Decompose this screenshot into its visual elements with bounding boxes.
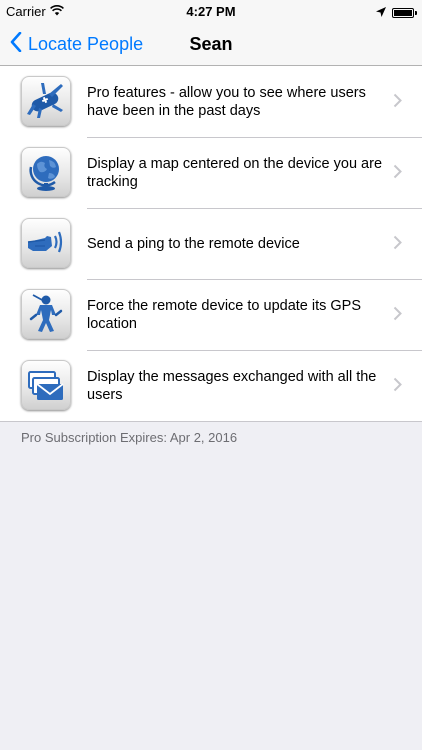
chevron-right-icon xyxy=(393,377,402,397)
page-title: Sean xyxy=(189,34,233,54)
list-item-pro-features[interactable]: Pro features - allow you to see where us… xyxy=(0,66,422,137)
list-item-display-messages[interactable]: Display the messages exchanged with all … xyxy=(0,350,422,421)
chevron-right-icon xyxy=(393,164,402,184)
list-item-send-ping[interactable]: Send a ping to the remote device xyxy=(0,208,422,279)
list-item-label: Force the remote device to update its GP… xyxy=(87,297,362,332)
swiss-knife-icon xyxy=(21,76,71,126)
status-time: 4:27 PM xyxy=(186,4,236,19)
subscription-expiry-note: Pro Subscription Expires: Apr 2, 2016 xyxy=(21,430,238,445)
list-item-display-map[interactable]: Display a map centered on the device you… xyxy=(0,137,422,208)
chevron-right-icon xyxy=(393,306,402,326)
location-arrow-icon xyxy=(376,5,386,20)
list-item-force-gps-update[interactable]: Force the remote device to update its GP… xyxy=(0,279,422,350)
chevron-right-icon xyxy=(393,235,402,255)
options-list: Pro features - allow you to see where us… xyxy=(0,66,422,422)
pointing-hand-icon xyxy=(21,218,71,268)
envelopes-icon xyxy=(21,360,71,410)
ninja-icon xyxy=(21,289,71,339)
list-item-label: Display the messages exchanged with all … xyxy=(87,368,377,403)
navigation-bar: Locate People Sean xyxy=(0,22,422,66)
list-item-label: Display a map centered on the device you… xyxy=(87,155,383,190)
chevron-right-icon xyxy=(393,93,402,113)
globe-icon xyxy=(21,147,71,197)
status-right xyxy=(376,5,417,20)
battery-icon xyxy=(392,7,417,18)
list-item-label: Send a ping to the remote device xyxy=(87,235,300,252)
list-item-label: Pro features - allow you to see where us… xyxy=(87,84,366,119)
status-bar: Carrier 4:27 PM xyxy=(0,0,422,22)
